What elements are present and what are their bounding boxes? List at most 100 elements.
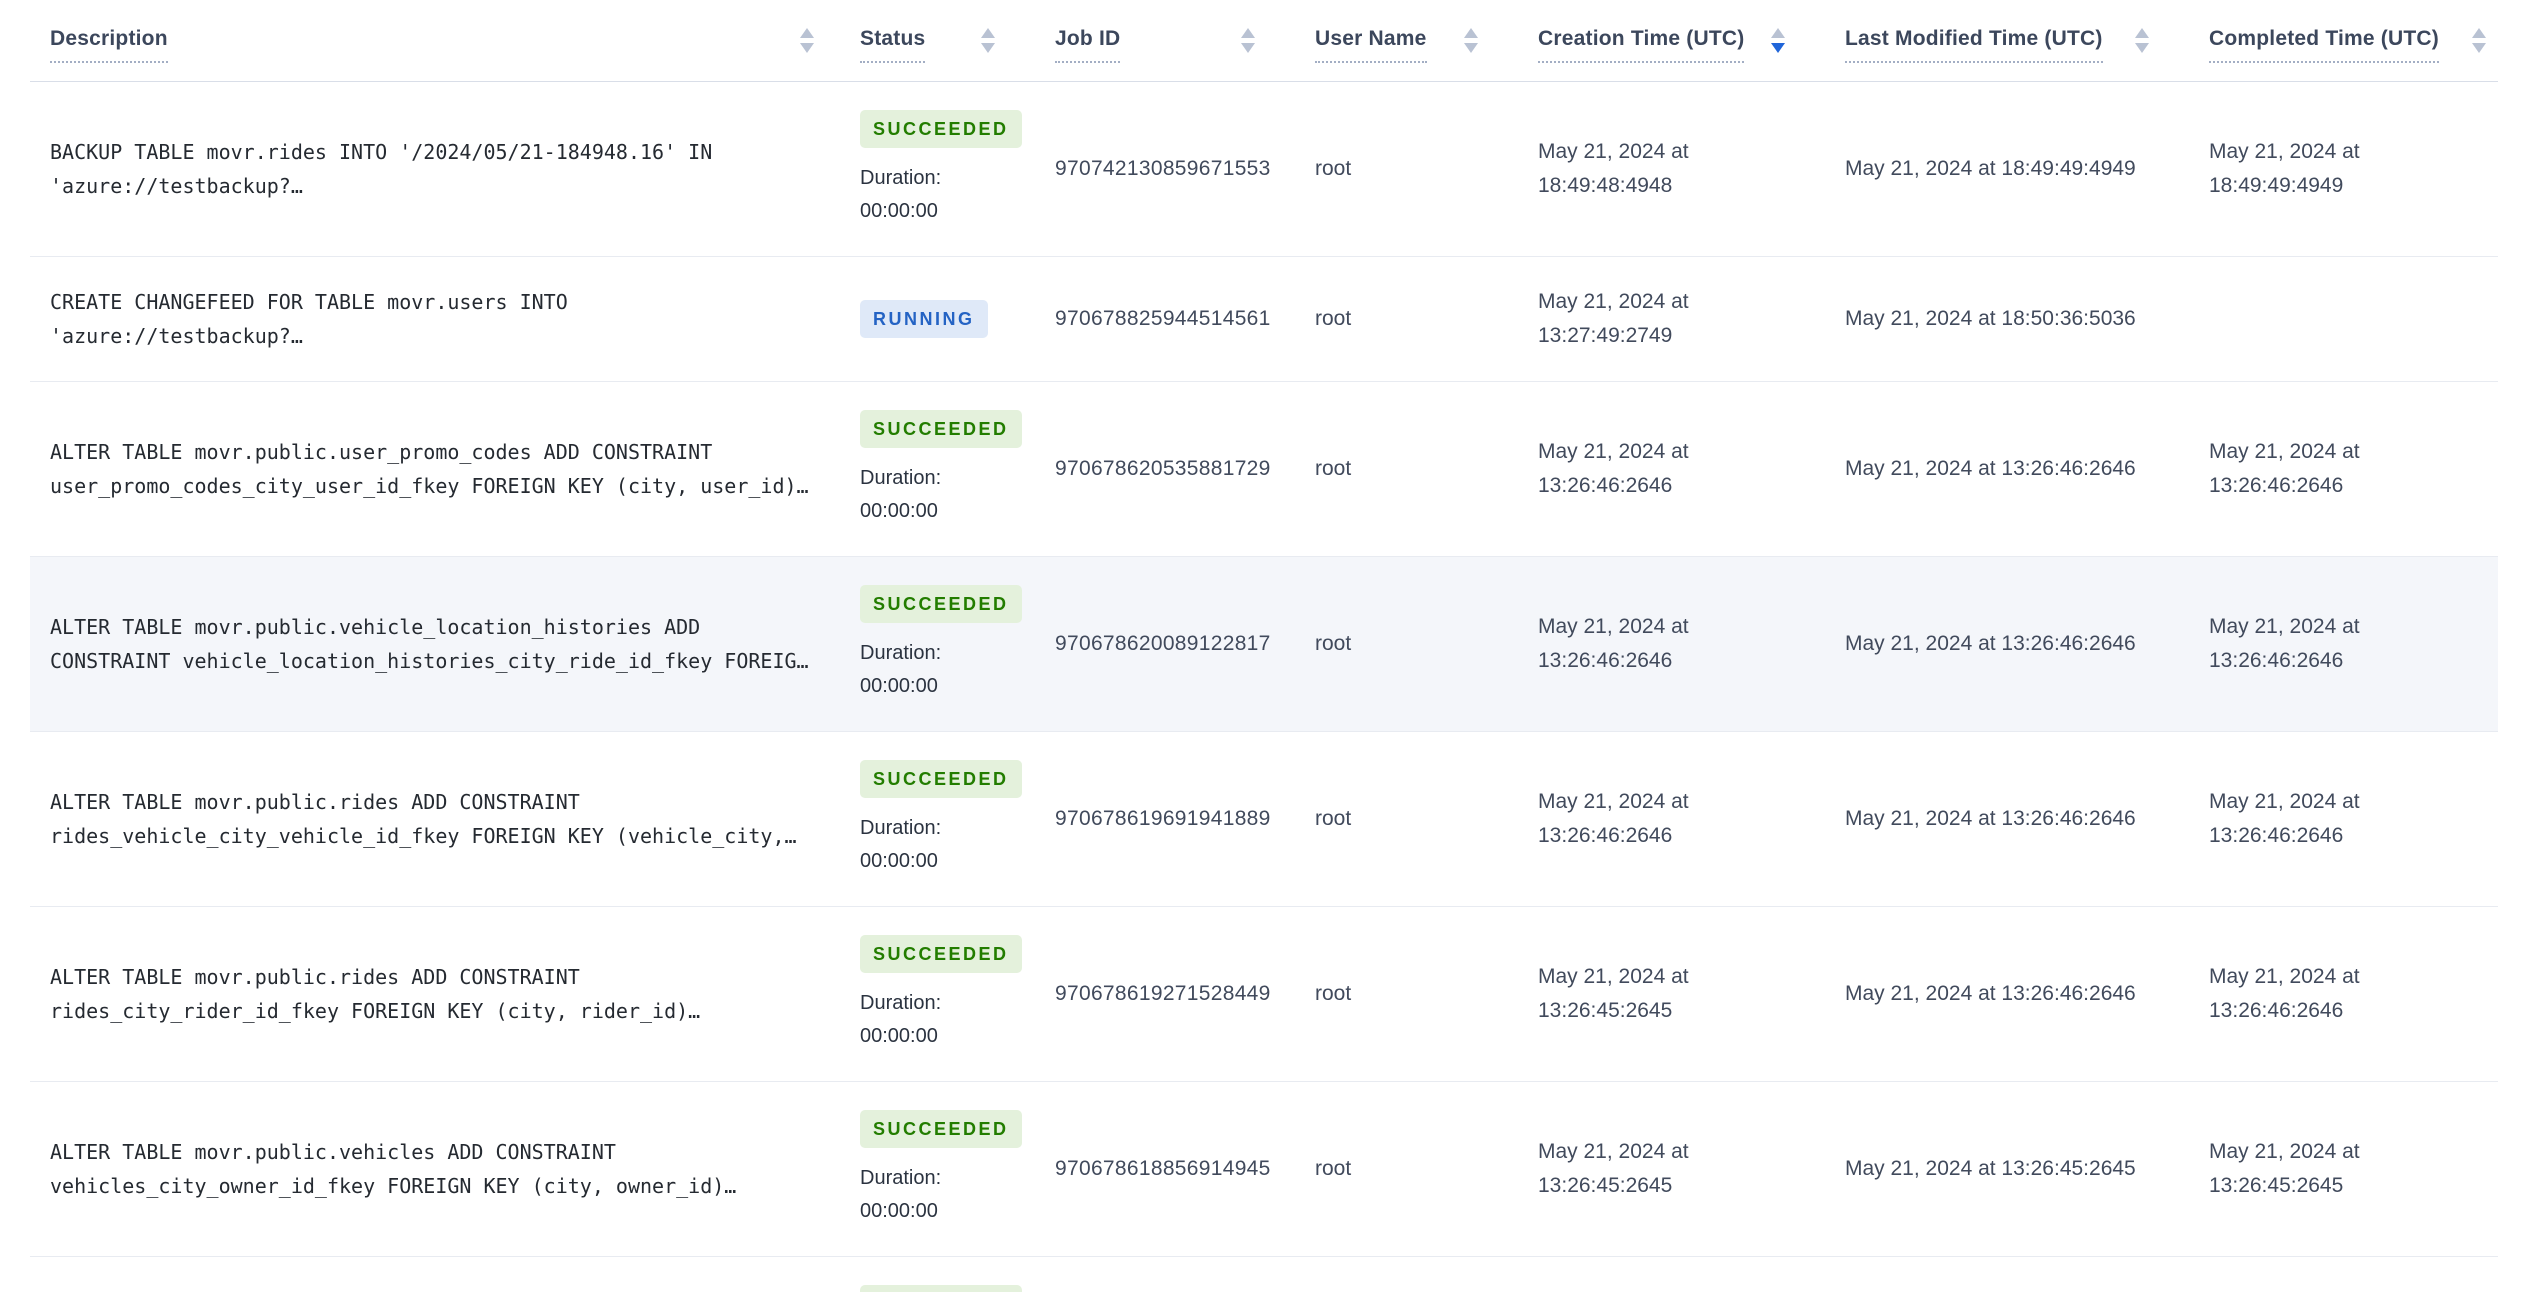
column-label: Creation Time (UTC) [1538,26,1745,63]
column-label: Job ID [1055,26,1121,63]
status-badge: SUCCEEDED [860,935,1022,973]
job-status-cell: SUCCEEDED Duration: 00:00:00 [840,1257,1035,1292]
status-badge: SUCCEEDED [860,410,1022,448]
sort-icon [800,28,814,53]
job-user-name: root [1315,157,1352,180]
job-description: ALTER TABLE movr.public.user_promo_codes… [50,440,809,498]
sort-icon [1464,28,1478,53]
job-row[interactable]: ALTER TABLE movr.public.rides ADD CONSTR… [30,907,2498,1082]
job-status-cell: SUCCEEDED Duration: 00:00:00 [840,382,1035,557]
job-completed-time: May 21, 2024 at 13:26:46:2646 [2209,965,2360,1022]
column-header-description[interactable]: Description [30,0,840,82]
job-creation-time: May 21, 2024 at 13:26:43:2643 [1518,1257,1825,1292]
status-badge: RUNNING [860,300,988,338]
column-label: Description [50,26,168,63]
job-duration: Duration: 00:00:00 [860,467,942,522]
job-row[interactable]: CREATE CHANGEFEED FOR TABLE movr.users I… [30,257,2498,382]
job-status-cell: SUCCEEDED Duration: 00:00:00 [840,1082,1035,1257]
job-id: 970678825944514561 [1055,307,1271,330]
jobs-table-header: Description Status Job ID User Name Crea… [30,0,2498,82]
job-row[interactable]: BACKUP TABLE movr.rides INTO '/2024/05/2… [30,82,2498,257]
sort-icon-active [1771,28,1785,53]
column-header-user-name[interactable]: User Name [1295,0,1518,82]
job-user-name: root [1295,1257,1518,1292]
job-status-cell: SUCCEEDED Duration: 00:00:00 [840,557,1035,732]
sort-icon [2472,28,2486,53]
status-badge: SUCCEEDED [860,760,1022,798]
job-completed-time: May 21, 2024 at 13:26:44:2644 [2189,1257,2498,1292]
column-header-completed-time[interactable]: Completed Time (UTC) [2189,0,2498,82]
job-description: ALTER TABLE movr.public.vehicle_location… [50,615,809,673]
column-label: Completed Time (UTC) [2209,26,2439,63]
job-completed-time: May 21, 2024 at 13:26:46:2646 [2209,615,2360,672]
job-user-name: root [1315,807,1352,830]
column-header-job-id[interactable]: Job ID [1035,0,1295,82]
job-user-name: root [1315,457,1352,480]
jobs-table-container: Description Status Job ID User Name Crea… [0,0,2528,1292]
job-id: 970742130859671553 [1055,157,1271,180]
job-description: ALTER TABLE movr.public.rides ADD CONSTR… [50,790,797,848]
job-row[interactable]: ALTER TABLE movr.public.user_promo_codes… [30,382,2498,557]
job-description: ALTER TABLE movr.public.vehicles ADD CON… [50,1140,737,1198]
job-user-name: root [1315,632,1352,655]
job-id: 970678619271528449 [1055,982,1271,1005]
job-row[interactable]: ALTER TABLE movr.public.rides ADD CONSTR… [30,732,2498,907]
column-header-status[interactable]: Status [840,0,1035,82]
sort-icon [2135,28,2149,53]
job-creation-time: May 21, 2024 at 13:26:46:2646 [1538,440,1689,497]
column-label: User Name [1315,26,1427,63]
column-label: Status [860,26,926,63]
job-creation-time: May 21, 2024 at 18:49:48:4948 [1538,140,1689,197]
job-id: 970678618856914945 [1055,1157,1271,1180]
job-last-modified-time: May 21, 2024 at 13:26:46:2646 [1845,982,2136,1005]
job-description: BACKUP TABLE movr.rides INTO '/2024/05/2… [50,140,713,198]
job-creation-time: May 21, 2024 at 13:27:49:2749 [1538,290,1689,347]
job-status-cell: RUNNING [840,257,1035,382]
job-last-modified-time: May 21, 2024 at 18:49:49:4949 [1845,157,2136,180]
status-badge: SUCCEEDED [860,110,1022,148]
job-user-name: root [1315,307,1352,330]
job-last-modified-time: May 21, 2024 at 13:26:44:2644 [1825,1257,2189,1292]
job-description: CREATE CHANGEFEED FOR TABLE movr.users I… [50,290,568,348]
column-label: Last Modified Time (UTC) [1845,26,2103,63]
job-id: 970678619691941889 [1055,807,1271,830]
job-row-highlighted[interactable]: ALTER TABLE movr.public.vehicle_location… [30,556,2498,732]
job-status-cell: SUCCEEDED Duration: 00:00:00 [840,732,1035,907]
job-status-cell: SUCCEEDED Duration: 00:00:00 [840,82,1035,257]
job-duration: Duration: 00:00:00 [860,167,942,222]
job-completed-time: May 21, 2024 at 13:26:45:2645 [2209,1140,2360,1197]
sort-icon [981,28,995,53]
job-creation-time: May 21, 2024 at 13:26:45:2645 [1538,965,1689,1022]
job-description: IMPORT INTO movr.public.rides CSV DATA (… [30,1257,840,1292]
job-id: 970678620089122817 [1055,632,1271,655]
job-duration: Duration: 00:00:00 [860,642,942,697]
job-id: 970678620535881729 [1055,457,1271,480]
status-badge: SUCCEEDED [860,1110,1022,1148]
job-creation-time: May 21, 2024 at 13:26:46:2646 [1538,615,1689,672]
job-last-modified-time: May 21, 2024 at 13:26:46:2646 [1845,457,2136,480]
job-user-name: root [1315,1157,1352,1180]
job-creation-time: May 21, 2024 at 13:26:45:2645 [1538,1140,1689,1197]
jobs-table-body: BACKUP TABLE movr.rides INTO '/2024/05/2… [30,82,2498,1292]
job-last-modified-time: May 21, 2024 at 13:26:46:2646 [1845,632,2136,655]
job-last-modified-time: May 21, 2024 at 13:26:45:2645 [1845,1157,2136,1180]
column-header-last-modified-time[interactable]: Last Modified Time (UTC) [1825,0,2189,82]
status-badge: SUCCEEDED [860,1285,1022,1292]
column-header-creation-time[interactable]: Creation Time (UTC) [1518,0,1825,82]
sort-icon [1241,28,1255,53]
jobs-table: Description Status Job ID User Name Crea… [30,0,2498,1292]
job-duration: Duration: 00:00:00 [860,992,942,1047]
job-completed-time: May 21, 2024 at 13:26:46:2646 [2209,440,2360,497]
status-badge: SUCCEEDED [860,585,1022,623]
job-description: ALTER TABLE movr.public.rides ADD CONSTR… [50,965,701,1023]
job-row[interactable]: IMPORT INTO movr.public.rides CSV DATA (… [30,1257,2498,1292]
job-status-cell: SUCCEEDED Duration: 00:00:00 [840,907,1035,1082]
job-id: 970678612838252545 [1035,1257,1295,1292]
job-completed-time: May 21, 2024 at 18:49:49:4949 [2209,140,2360,197]
job-duration: Duration: 00:00:00 [860,1167,942,1222]
job-last-modified-time: May 21, 2024 at 13:26:46:2646 [1845,807,2136,830]
job-last-modified-time: May 21, 2024 at 18:50:36:5036 [1845,307,2136,330]
job-creation-time: May 21, 2024 at 13:26:46:2646 [1538,790,1689,847]
job-duration: Duration: 00:00:00 [860,817,942,872]
job-row[interactable]: ALTER TABLE movr.public.vehicles ADD CON… [30,1082,2498,1257]
